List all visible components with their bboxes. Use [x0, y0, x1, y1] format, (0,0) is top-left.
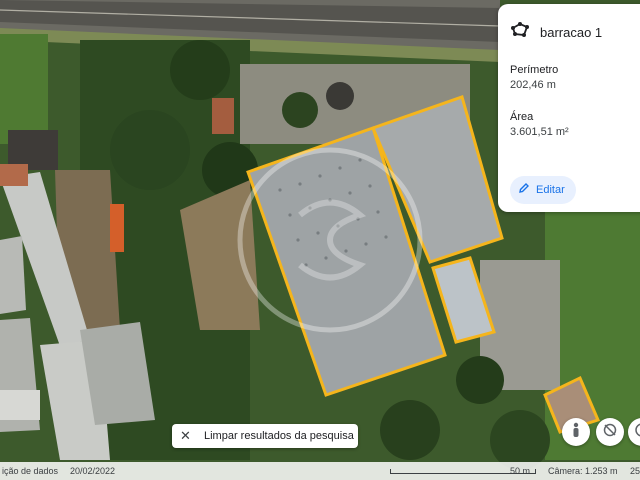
- rotate-button[interactable]: [596, 418, 624, 446]
- imagery-date: 20/02/2022: [70, 466, 116, 476]
- pegman-button[interactable]: [562, 418, 590, 446]
- rotate-icon: [602, 422, 618, 443]
- clear-search-results-button[interactable]: ✕ Limpar resultados da pesquisa: [172, 424, 358, 448]
- scale-label: 50 m: [510, 466, 531, 476]
- edit-button[interactable]: Editar: [510, 176, 576, 204]
- panel-title: barracao 1: [540, 25, 603, 40]
- edit-label: Editar: [536, 184, 565, 196]
- camera-altitude: Câmera: 1.253 m: [548, 466, 618, 476]
- area-value: 3.601,51 m²: [510, 126, 569, 138]
- close-icon: ✕: [180, 428, 191, 443]
- pegman-icon: [569, 422, 583, 443]
- perimeter-label: Perímetro: [510, 64, 559, 76]
- panel-header: barracao 1: [510, 22, 602, 43]
- measurement-panel: barracao 1 Perímetro 202,46 m Área 3.601…: [498, 4, 640, 212]
- perimeter-value: 202,46 m: [510, 79, 556, 91]
- status-bar: ição de dados 20/02/2022 50 m Câmera: 1.…: [0, 462, 640, 480]
- pencil-icon: [518, 181, 530, 199]
- clear-search-label: Limpar resultados da pesquisa: [204, 430, 354, 442]
- imagery-label: ição de dados: [2, 466, 59, 476]
- polygon-icon: [510, 22, 530, 43]
- area-label: Área: [510, 111, 534, 123]
- globe-icon: [634, 422, 640, 443]
- trailing-text: 25: [630, 466, 640, 476]
